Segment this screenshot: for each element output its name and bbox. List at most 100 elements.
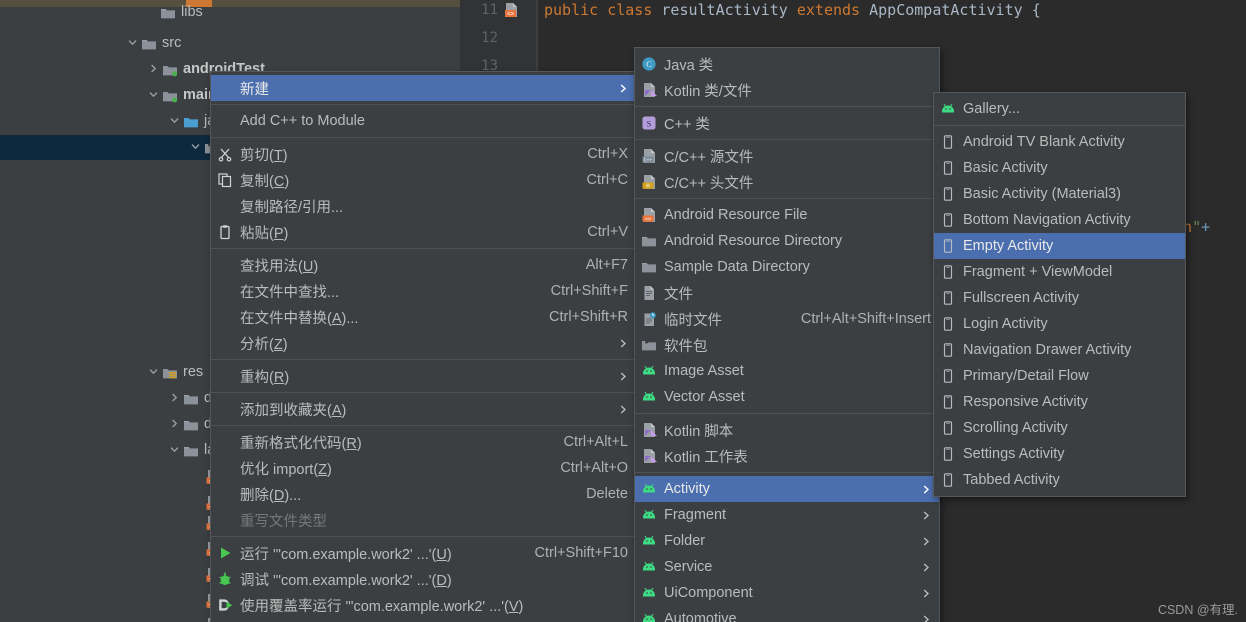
menu-item-label: C++ 类 [664, 116, 710, 133]
menu-item[interactable]: 临时文件 Ctrl+Alt+Shift+Insert [635, 306, 939, 332]
menu-item[interactable]: Folder [635, 528, 939, 554]
menu-item[interactable]: 使用覆盖率运行 '"com.example.work2' ...'(V) [211, 592, 636, 618]
submenu-chevron-icon [619, 404, 628, 415]
new-submenu[interactable]: C Java 类 Kotlin 类/文件 S C++ 类 C++ C/C++ 源文件 H C/C… [634, 47, 940, 622]
menu-item[interactable]: 重构(R) [211, 363, 636, 389]
chevron-down-icon[interactable] [148, 89, 162, 103]
menu-item[interactable]: Kotlin 脚本 [635, 417, 939, 443]
context-menu[interactable]: 新建 Add C++ to Module 剪切(T) Ctrl+X 复制(C) Ctrl+… [210, 71, 637, 622]
menu-item-shortcut: Ctrl+C [586, 172, 629, 188]
menu-item-label: 新建 [240, 81, 269, 98]
menu-item-icon-placeholder [217, 368, 234, 384]
menu-item[interactable]: Empty Activity [934, 233, 1185, 259]
menu-item[interactable]: Scrolling Activity [934, 415, 1185, 441]
menu-item-label: Scrolling Activity [963, 420, 1068, 436]
svg-text:<>: <> [645, 217, 652, 223]
menu-item[interactable]: Automotive [635, 606, 939, 622]
menu-item[interactable]: Android Resource Directory [635, 228, 939, 254]
copy-icon [217, 172, 234, 188]
menu-item[interactable]: Fullscreen Activity [934, 285, 1185, 311]
menu-item-label: 优化 import(Z) [240, 461, 332, 478]
menu-item[interactable]: 查找用法(U) Alt+F7 [211, 252, 636, 278]
menu-item[interactable]: Navigation Drawer Activity [934, 337, 1185, 363]
menu-item[interactable]: 文件 [635, 280, 939, 306]
activity-submenu[interactable]: Gallery... Android TV Blank Activity Basic… [933, 92, 1186, 497]
tree-row[interactable]: src [0, 31, 460, 56]
menu-item[interactable]: Kotlin 类/文件 [635, 77, 939, 103]
chevron-down-icon[interactable] [169, 444, 183, 458]
menu-item[interactable]: 粘贴(P) Ctrl+V [211, 219, 636, 245]
chevron-right-icon[interactable] [148, 63, 162, 77]
menu-item[interactable]: Bottom Navigation Activity [934, 207, 1185, 233]
menu-item[interactable]: Vector Asset [635, 384, 939, 410]
menu-item[interactable]: Tabbed Activity [934, 467, 1185, 493]
activity-icon [940, 420, 957, 436]
menu-item[interactable]: Add C++ to Module [211, 108, 636, 134]
menu-item[interactable]: C++ C/C++ 源文件 [635, 143, 939, 169]
menu-item[interactable]: 剪切(T) Ctrl+X [211, 141, 636, 167]
menu-item[interactable]: Kotlin 工作表 [635, 443, 939, 469]
menu-item-label: Responsive Activity [963, 394, 1088, 410]
menu-item[interactable]: Service [635, 554, 939, 580]
menu-item[interactable]: Login Activity [934, 311, 1185, 337]
menu-item[interactable]: 软件包 [635, 332, 939, 358]
menu-separator [211, 137, 636, 138]
menu-item[interactable]: H C/C++ 头文件 [635, 169, 939, 195]
submenu-chevron-icon [922, 510, 931, 521]
menu-item[interactable]: 修改运行配置... [211, 618, 636, 622]
menu-item[interactable]: Fragment [635, 502, 939, 528]
menu-item[interactable]: 在文件中替换(A)... Ctrl+Shift+R [211, 304, 636, 330]
menu-item[interactable]: 复制(C) Ctrl+C [211, 167, 636, 193]
menu-item[interactable]: Basic Activity (Material3) [934, 181, 1185, 207]
menu-item[interactable]: C Java 类 [635, 51, 939, 77]
menu-item[interactable]: Image Asset [635, 358, 939, 384]
menu-item[interactable]: <> Android Resource File [635, 202, 939, 228]
tree-arrow-placeholder [191, 618, 205, 622]
menu-item[interactable]: 运行 '"com.example.work2' ...'(U) Ctrl+Shif… [211, 540, 636, 566]
menu-item[interactable]: Responsive Activity [934, 389, 1185, 415]
menu-item-icon-placeholder [217, 80, 234, 96]
folder-icon [183, 391, 199, 407]
menu-item[interactable]: UiComponent [635, 580, 939, 606]
chevron-right-icon[interactable] [169, 392, 183, 406]
menu-item[interactable]: 删除(D)... Delete [211, 481, 636, 507]
menu-item[interactable]: 新建 [211, 75, 636, 101]
chevron-down-icon[interactable] [127, 37, 141, 51]
menu-item[interactable]: S C++ 类 [635, 110, 939, 136]
menu-item[interactable]: 分析(Z) [211, 330, 636, 356]
chevron-down-icon[interactable] [148, 366, 162, 380]
code-keyword-public: public [544, 1, 599, 19]
menu-item[interactable]: Gallery... [934, 96, 1185, 122]
menu-item[interactable]: Basic Activity [934, 155, 1185, 181]
menu-item[interactable]: 添加到收藏夹(A) [211, 396, 636, 422]
menu-item[interactable]: 优化 import(Z) Ctrl+Alt+O [211, 455, 636, 481]
chevron-right-icon[interactable] [169, 418, 183, 432]
menu-item[interactable]: Primary/Detail Flow [934, 363, 1185, 389]
menu-item[interactable]: Settings Activity [934, 441, 1185, 467]
tree-row-label: res [183, 364, 204, 381]
menu-item[interactable]: Fragment + ViewModel [934, 259, 1185, 285]
menu-item-label: Service [664, 559, 713, 575]
tree-arrow-placeholder [191, 496, 205, 510]
svg-text:C++: C++ [644, 157, 653, 163]
menu-item-label: 重构(R) [240, 369, 290, 386]
menu-item[interactable]: Sample Data Directory [635, 254, 939, 280]
menu-item[interactable]: 在文件中查找... Ctrl+Shift+F [211, 278, 636, 304]
activity-icon [940, 472, 957, 488]
menu-item[interactable]: Activity [635, 476, 939, 502]
svg-text:S: S [647, 119, 652, 128]
menu-item[interactable]: Android TV Blank Activity [934, 129, 1185, 155]
tree-row[interactable]: libs [0, 0, 460, 25]
menu-item[interactable]: 调试 '"com.example.work2' ...'(D) [211, 566, 636, 592]
menu-item[interactable]: 重新格式化代码(R) Ctrl+Alt+L [211, 429, 636, 455]
menu-item[interactable]: 复制路径/引用... [211, 193, 636, 219]
tree-arrow-placeholder [191, 516, 205, 530]
menu-separator [211, 359, 636, 360]
chevron-down-icon[interactable] [169, 115, 183, 129]
chevron-down-icon[interactable] [190, 141, 204, 155]
